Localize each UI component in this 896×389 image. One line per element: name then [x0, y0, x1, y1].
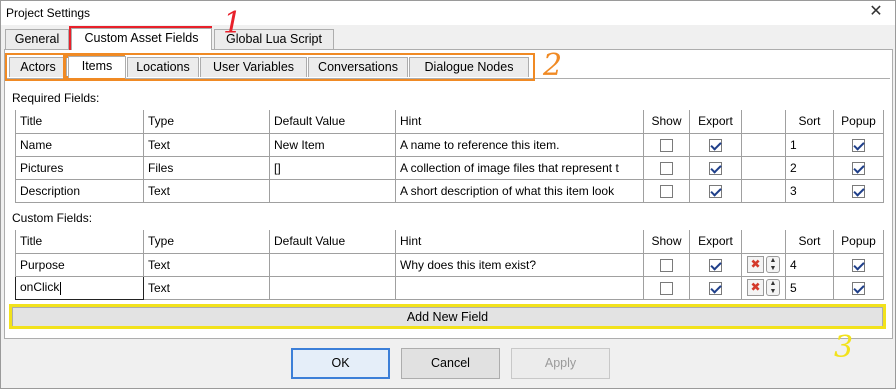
custom-fields-label: Custom Fields:: [12, 211, 93, 225]
export-checkbox[interactable]: [709, 281, 722, 295]
table-row: Purpose Text Why does this item exist? ✖…: [15, 252, 884, 277]
type-cell[interactable]: Text: [143, 132, 270, 157]
required-fields-label: Required Fields:: [12, 91, 100, 105]
popup-checkbox[interactable]: [852, 258, 865, 272]
col-popup-header: Popup: [833, 230, 884, 254]
table-row: Pictures Files [] A collection of image …: [15, 155, 884, 180]
col-hint-header: Hint: [395, 110, 644, 134]
show-checkbox[interactable]: [660, 258, 673, 272]
col-export-header: Export: [689, 230, 742, 254]
popup-checkbox[interactable]: [852, 138, 865, 152]
sort-cell: 3: [785, 178, 834, 203]
delete-field-icon[interactable]: ✖: [747, 256, 764, 273]
default-cell[interactable]: New Item: [269, 132, 396, 157]
sort-cell: 4: [785, 252, 834, 277]
col-show-header: Show: [643, 110, 690, 134]
export-checkbox[interactable]: [709, 161, 722, 175]
col-sort-header: Sort: [785, 110, 834, 134]
col-default-header: Default Value: [269, 230, 396, 254]
custom-fields-table: Title Type Default Value Hint Show Expor…: [15, 230, 884, 300]
col-popup-header: Popup: [833, 110, 884, 134]
hint-cell[interactable]: A collection of image files that represe…: [395, 155, 644, 180]
export-checkbox[interactable]: [709, 258, 722, 272]
inner-tab-divider: [7, 78, 890, 79]
reorder-spinner[interactable]: ▲ ▼: [766, 279, 780, 296]
type-cell[interactable]: Text: [143, 178, 270, 203]
default-cell[interactable]: [269, 178, 396, 203]
move-down-icon[interactable]: ▼: [767, 288, 779, 296]
col-title-header: Title: [15, 230, 144, 254]
sort-cell: 5: [785, 275, 834, 300]
title-edit-field[interactable]: onClick: [15, 275, 144, 300]
tab-general[interactable]: General: [5, 29, 69, 49]
default-cell[interactable]: [269, 252, 396, 277]
tab-items[interactable]: Items: [68, 56, 126, 78]
type-cell[interactable]: Text: [143, 275, 270, 300]
popup-checkbox[interactable]: [852, 281, 865, 295]
export-checkbox[interactable]: [709, 184, 722, 198]
hint-cell[interactable]: A short description of what this item lo…: [395, 178, 644, 203]
show-checkbox[interactable]: [660, 138, 673, 152]
tab-global-lua-script[interactable]: Global Lua Script: [214, 29, 334, 49]
project-settings-window: Project Settings ✕ General Custom Asset …: [0, 0, 896, 389]
show-checkbox[interactable]: [660, 281, 673, 295]
default-cell[interactable]: []: [269, 155, 396, 180]
col-show-header: Show: [643, 230, 690, 254]
show-checkbox[interactable]: [660, 161, 673, 175]
export-checkbox[interactable]: [709, 138, 722, 152]
col-export-header: Export: [689, 110, 742, 134]
reorder-spinner[interactable]: ▲ ▼: [766, 256, 780, 273]
tab-actors[interactable]: Actors: [9, 57, 67, 77]
table-row: onClick Text ✖ ▲ ▼ 5: [15, 275, 884, 300]
type-cell[interactable]: Text: [143, 252, 270, 277]
title-cell[interactable]: Description: [15, 178, 144, 203]
ok-button[interactable]: OK: [291, 348, 390, 379]
default-cell[interactable]: [269, 275, 396, 300]
title-cell[interactable]: Name: [15, 132, 144, 157]
hint-cell[interactable]: A name to reference this item.: [395, 132, 644, 157]
table-row: Name Text New Item A name to reference t…: [15, 132, 884, 157]
tab-conversations[interactable]: Conversations: [308, 57, 408, 77]
tab-locations[interactable]: Locations: [127, 57, 199, 77]
hint-cell[interactable]: [395, 275, 644, 300]
title-cell[interactable]: Purpose: [15, 252, 144, 277]
col-default-header: Default Value: [269, 110, 396, 134]
col-sort-header: Sort: [785, 230, 834, 254]
table-header-row: Title Type Default Value Hint Show Expor…: [15, 110, 884, 134]
delete-field-icon[interactable]: ✖: [747, 279, 764, 296]
tab-dialogue-nodes[interactable]: Dialogue Nodes: [409, 57, 529, 77]
apply-button[interactable]: Apply: [511, 348, 610, 379]
title-bar: Project Settings ✕: [1, 1, 895, 25]
required-fields-table: Title Type Default Value Hint Show Expor…: [15, 110, 884, 203]
show-checkbox[interactable]: [660, 184, 673, 198]
sort-cell: 2: [785, 155, 834, 180]
title-cell[interactable]: Pictures: [15, 155, 144, 180]
move-up-icon[interactable]: ▲: [767, 280, 779, 288]
move-down-icon[interactable]: ▼: [767, 265, 779, 273]
title-edit-text: onClick: [20, 280, 60, 295]
col-title-header: Title: [15, 110, 144, 134]
text-caret: [60, 281, 62, 295]
close-icon[interactable]: ✕: [867, 3, 885, 21]
tab-custom-asset-fields[interactable]: Custom Asset Fields: [71, 28, 212, 50]
col-hint-header: Hint: [395, 230, 644, 254]
type-cell[interactable]: Files: [143, 155, 270, 180]
popup-checkbox[interactable]: [852, 161, 865, 175]
table-header-row: Title Type Default Value Hint Show Expor…: [15, 230, 884, 254]
col-actions-header: [741, 110, 786, 134]
tab-user-variables[interactable]: User Variables: [200, 57, 307, 77]
col-type-header: Type: [143, 110, 270, 134]
add-new-field-button[interactable]: Add New Field: [12, 307, 883, 328]
col-actions-header: [741, 230, 786, 254]
popup-checkbox[interactable]: [852, 184, 865, 198]
sort-cell: 1: [785, 132, 834, 157]
cancel-button[interactable]: Cancel: [401, 348, 500, 379]
window-title: Project Settings: [6, 6, 91, 20]
hint-cell[interactable]: Why does this item exist?: [395, 252, 644, 277]
table-row: Description Text A short description of …: [15, 178, 884, 203]
col-type-header: Type: [143, 230, 270, 254]
move-up-icon[interactable]: ▲: [767, 257, 779, 265]
